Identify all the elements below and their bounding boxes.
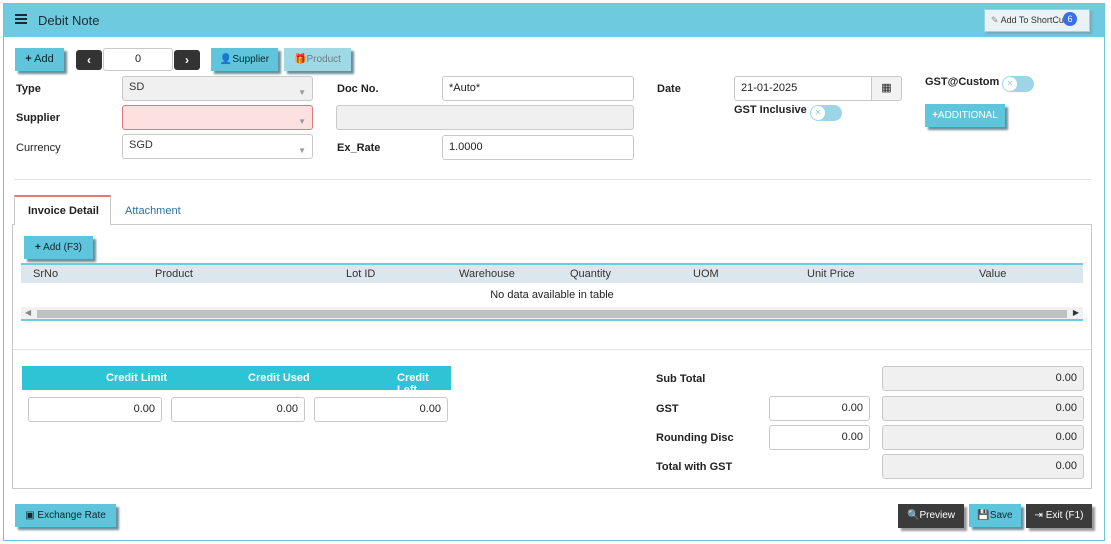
gst-inclusive-label: GST Inclusive xyxy=(734,104,807,116)
next-record-button[interactable]: › xyxy=(174,50,200,70)
gst-label: GST xyxy=(656,403,679,415)
save-label: Save xyxy=(989,510,1013,521)
column-header[interactable]: UOM xyxy=(693,268,719,280)
exchange-rate-label: Exchange Rate xyxy=(37,510,106,521)
gst-custom-toggle[interactable]: ✕ xyxy=(1002,76,1034,92)
sub-total-label: Sub Total xyxy=(656,373,706,385)
tab-attachment[interactable]: Attachment xyxy=(125,205,181,217)
credit-left-header: Credit Left xyxy=(397,372,429,396)
caret-down-icon: ▼ xyxy=(298,117,306,126)
save-button[interactable]: 💾Save xyxy=(969,504,1021,527)
preview-label: Preview xyxy=(919,510,956,521)
hamburger-menu-icon[interactable] xyxy=(15,14,27,24)
money-icon: ▣ xyxy=(25,510,35,521)
rounding-disc-field: 0.00 xyxy=(882,425,1084,450)
type-select[interactable]: SD ▼ xyxy=(122,76,313,101)
type-label: Type xyxy=(16,83,41,95)
horizontal-scrollbar[interactable]: ◀ ▶ xyxy=(21,307,1083,321)
supplier-select[interactable]: ▼ xyxy=(122,105,313,130)
sign-out-icon: ⇥ xyxy=(1034,510,1043,521)
supplier-button-label: Supplier xyxy=(232,54,270,65)
user-icon: 👤 xyxy=(219,54,233,65)
add-button[interactable]: + Add xyxy=(15,48,64,71)
gift-icon: 🎁 xyxy=(294,54,307,65)
page-title: Debit Note xyxy=(38,13,100,28)
column-header[interactable]: Lot ID xyxy=(346,268,375,280)
column-header[interactable]: Warehouse xyxy=(459,268,515,280)
gst-amount-field: 0.00 xyxy=(882,396,1084,421)
column-header[interactable]: Quantity xyxy=(570,268,611,280)
pencil-icon: ✎ xyxy=(991,15,999,25)
column-header[interactable]: Unit Price xyxy=(807,268,855,280)
scrollbar-thumb[interactable] xyxy=(37,310,1067,318)
shortcut-count-badge: 6 xyxy=(1063,12,1077,26)
toggle-off-icon: ✕ xyxy=(811,106,825,120)
currency-select[interactable]: SGD ▼ xyxy=(122,134,313,159)
previous-record-button[interactable]: ‹ xyxy=(76,50,102,70)
plus-icon: + xyxy=(25,53,32,65)
grid-header: SrNo Product Lot ID Warehouse Quantity U… xyxy=(21,263,1083,283)
doc-no-input[interactable]: *Auto* xyxy=(442,76,634,101)
column-header[interactable]: Product xyxy=(155,268,193,280)
type-value: SD xyxy=(129,81,145,93)
add-to-shortcut-button[interactable]: ✎ Add To ShortCut 6 xyxy=(984,9,1090,32)
ex-rate-input[interactable]: 1.0000 xyxy=(442,135,634,160)
total-with-gst-label: Total with GST xyxy=(656,461,733,473)
caret-down-icon: ▼ xyxy=(298,88,306,97)
exit-label: Exit (F1) xyxy=(1045,510,1084,521)
divider xyxy=(14,179,1092,180)
shortcut-label: Add To ShortCut xyxy=(1000,15,1067,25)
empty-table-message: No data available in table xyxy=(490,289,614,301)
column-header[interactable]: SrNo xyxy=(33,268,58,280)
scroll-right-icon[interactable]: ▶ xyxy=(1073,308,1079,317)
credit-used-header: Credit Used xyxy=(248,372,310,384)
record-number-input[interactable]: 0 xyxy=(103,48,173,71)
exchange-rate-button[interactable]: ▣ Exchange Rate xyxy=(15,504,116,527)
column-header[interactable]: Value xyxy=(979,268,1006,280)
add-button-label: Add xyxy=(34,53,54,65)
toggle-off-icon: ✕ xyxy=(1003,77,1017,91)
add-line-button[interactable]: + Add (F3) xyxy=(24,236,93,259)
scroll-left-icon[interactable]: ◀ xyxy=(25,308,31,317)
chevron-left-icon: ‹ xyxy=(87,53,91,67)
product-button[interactable]: 🎁Product xyxy=(284,48,351,71)
credit-limit-header: Credit Limit xyxy=(106,372,168,384)
exit-button[interactable]: ⇥ Exit (F1) xyxy=(1026,504,1092,528)
credit-left-field: 0.00 xyxy=(314,397,448,422)
chevron-right-icon: › xyxy=(185,53,189,67)
currency-value: SGD xyxy=(129,139,153,151)
title-bar: Debit Note ✎ Add To ShortCut 6 xyxy=(4,4,1104,37)
gst-custom-label: GST@Custom xyxy=(925,76,1000,88)
additional-button[interactable]: +ADDITIONAL xyxy=(925,104,1005,127)
credit-used-field: 0.00 xyxy=(171,397,305,422)
rounding-disc-label: Rounding Disc xyxy=(656,432,734,444)
currency-label: Currency xyxy=(16,142,61,154)
date-label: Date xyxy=(657,83,681,95)
doc-no-label: Doc No. xyxy=(337,83,379,95)
credit-limit-field: 0.00 xyxy=(28,397,162,422)
additional-button-label: ADDITIONAL xyxy=(937,110,998,121)
supplier-label: Supplier xyxy=(16,112,61,124)
preview-button[interactable]: 🔍Preview xyxy=(898,504,964,528)
floppy-disk-icon: 💾 xyxy=(977,510,990,521)
ex-rate-label: Ex_Rate xyxy=(337,142,381,154)
rounding-disc-input[interactable]: 0.00 xyxy=(769,425,870,450)
sub-total-field: 0.00 xyxy=(882,366,1084,391)
total-with-gst-field: 0.00 xyxy=(882,454,1084,479)
caret-down-icon: ▼ xyxy=(298,146,306,155)
search-icon: 🔍 xyxy=(906,510,920,521)
gst-rate-input[interactable]: 0.00 xyxy=(769,396,870,421)
date-input[interactable]: 21-01-2025 xyxy=(734,76,872,101)
product-button-label: Product xyxy=(306,54,341,65)
supplier-name-field xyxy=(336,105,634,130)
tab-invoice-detail[interactable]: Invoice Detail xyxy=(14,195,111,225)
gst-inclusive-toggle[interactable]: ✕ xyxy=(810,105,842,121)
divider xyxy=(13,349,1091,350)
supplier-button[interactable]: 👤Supplier xyxy=(211,48,278,71)
tab-invoice-detail-label: Invoice Detail xyxy=(28,205,99,217)
calendar-icon[interactable]: ▦ xyxy=(871,76,902,101)
add-line-label: Add (F3) xyxy=(43,242,82,253)
plus-icon: + xyxy=(35,242,41,253)
credit-header: Credit Limit Credit Used Credit Left xyxy=(22,366,451,396)
